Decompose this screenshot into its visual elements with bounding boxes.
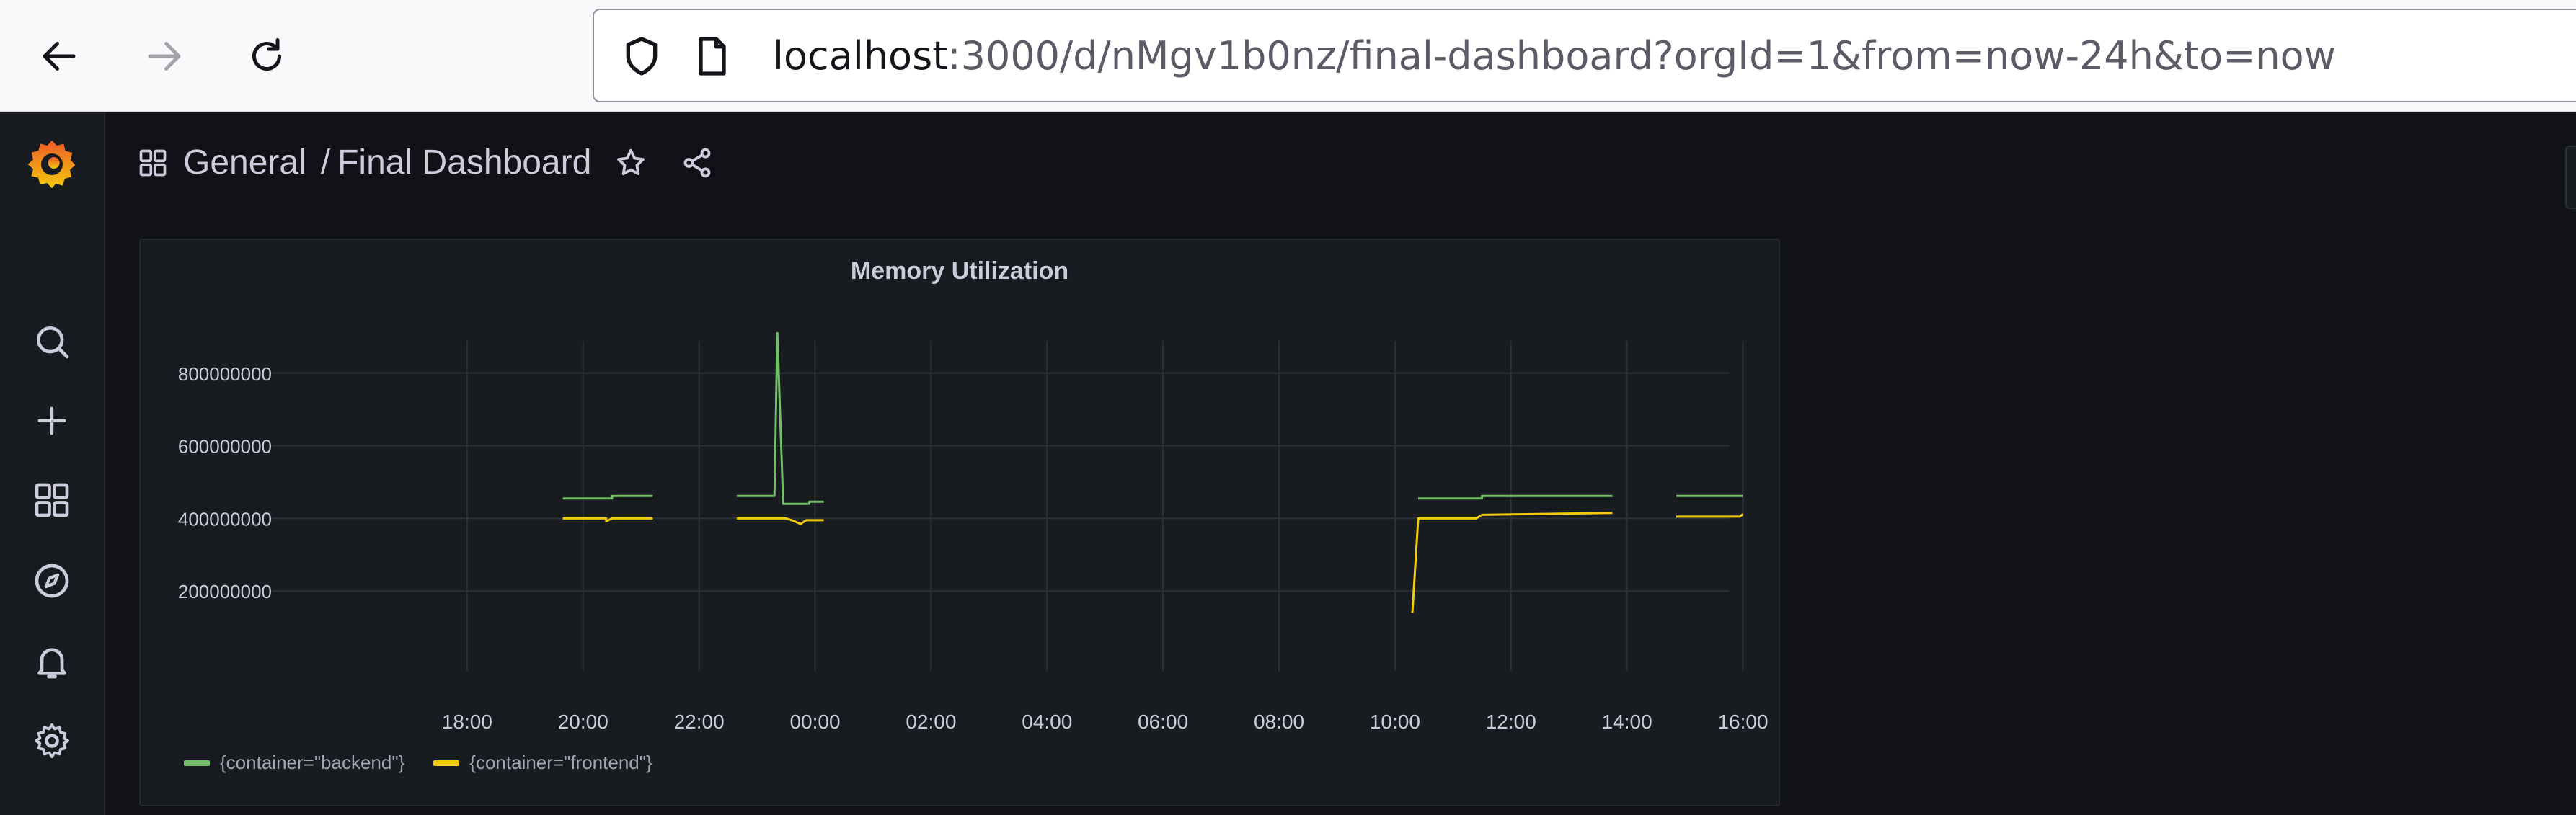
x-tick-label: 18:00 xyxy=(442,711,492,733)
frontend-series-line[interactable] xyxy=(736,517,824,525)
grafana-logo-icon[interactable] xyxy=(22,134,82,195)
shield-icon xyxy=(626,37,658,76)
url-text[interactable]: localhost:3000/d/nMgv1b0nz/final-dashboa… xyxy=(773,30,2336,82)
memory-chart: 18:00 20:00 22:00 00:00 02:00 04:00 06:00 08:00… xyxy=(178,331,1769,733)
chart-grid xyxy=(272,341,1744,671)
frontend-series-line[interactable] xyxy=(1676,513,1744,518)
breadcrumb: General / Final Dashboard xyxy=(137,143,714,182)
x-tick-label: 06:00 xyxy=(1138,711,1188,733)
backend-series-line[interactable] xyxy=(1418,494,1613,500)
backend-series-line[interactable] xyxy=(562,494,653,500)
forward-arrow-icon xyxy=(148,42,181,71)
reload-button[interactable] xyxy=(236,26,297,86)
x-tick-label: 04:00 xyxy=(1022,711,1072,733)
gear-icon[interactable] xyxy=(22,711,82,771)
x-tick-label: 10:00 xyxy=(1370,711,1420,733)
dashboards-icon xyxy=(139,149,167,176)
forward-button[interactable] xyxy=(134,26,195,86)
bell-icon[interactable] xyxy=(22,631,82,692)
legend-label-backend: {container="backend"} xyxy=(220,752,405,773)
y-tick-label: 600000000 xyxy=(178,436,272,458)
x-tick-label: 20:00 xyxy=(558,711,608,733)
backend-series-line[interactable] xyxy=(736,331,824,505)
sidebar xyxy=(0,112,105,815)
legend-item-backend[interactable]: {container="backend"} xyxy=(184,752,404,774)
x-tick-label: 02:00 xyxy=(906,711,956,733)
chart-legend: {container="backend"} {container="fronte… xyxy=(184,752,652,774)
back-arrow-icon xyxy=(43,42,76,71)
dashboards-icon[interactable] xyxy=(22,470,82,530)
chart-series xyxy=(562,331,1744,613)
x-tick-label: 16:00 xyxy=(1717,711,1768,733)
url-path: :3000/d/nMgv1b0nz/final-dashboard?orgId=… xyxy=(947,33,2336,79)
plus-icon[interactable] xyxy=(22,391,82,451)
url-host: localhost xyxy=(773,33,948,79)
legend-swatch-backend xyxy=(184,760,210,766)
memory-utilization-panel: Memory Utilization 18:00 20:00 22:00 00:00 0… xyxy=(139,239,1780,806)
x-tick-label: 12:00 xyxy=(1486,711,1536,733)
share-icon[interactable] xyxy=(681,146,714,179)
url-bar[interactable]: localhost:3000/d/nMgv1b0nz/final-dashboa… xyxy=(593,9,2576,102)
star-icon[interactable] xyxy=(614,146,647,179)
page-icon xyxy=(699,37,726,76)
x-tick-label: 14:00 xyxy=(1602,711,1652,733)
legend-swatch-frontend xyxy=(433,760,460,766)
y-tick-label: 400000000 xyxy=(178,508,272,530)
search-icon[interactable] xyxy=(22,311,82,372)
x-tick-label: 00:00 xyxy=(789,711,840,733)
legend-label-frontend: {container="frontend"} xyxy=(469,752,652,773)
y-tick-label: 200000000 xyxy=(178,581,272,602)
legend-item-frontend[interactable]: {container="frontend"} xyxy=(433,752,652,774)
x-tick-label: 08:00 xyxy=(1254,711,1304,733)
breadcrumb-folder[interactable]: General xyxy=(183,143,306,182)
compass-icon[interactable] xyxy=(22,551,82,611)
back-button[interactable] xyxy=(29,26,89,86)
x-tick-label: 22:00 xyxy=(674,711,725,733)
chart-axes: 18:00 20:00 22:00 00:00 02:00 04:00 06:00 08:00… xyxy=(178,363,1769,733)
grafana-app: General / Final Dashboard Memory Utiliza… xyxy=(0,112,2576,815)
browser-toolbar: localhost:3000/d/nMgv1b0nz/final-dashboa… xyxy=(0,0,2576,112)
y-tick-label: 800000000 xyxy=(178,363,272,385)
breadcrumb-separator: / xyxy=(320,143,331,182)
reload-icon xyxy=(252,38,281,71)
dashboard-title[interactable]: Final Dashboard xyxy=(337,143,591,182)
time-picker-button[interactable] xyxy=(2565,146,2576,209)
frontend-series-line[interactable] xyxy=(1411,512,1613,613)
